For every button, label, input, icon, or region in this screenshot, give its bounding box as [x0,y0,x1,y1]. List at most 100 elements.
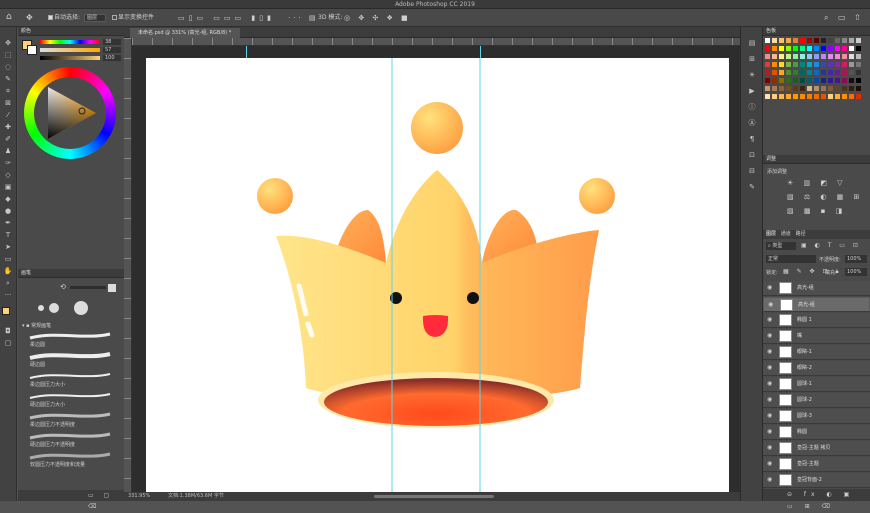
visibility-eye-icon[interactable]: ◉ [767,413,774,419]
swatch[interactable] [814,46,819,51]
auto-select-checkbox[interactable]: 自动选择: [48,13,80,23]
swatch[interactable] [856,54,861,59]
quick-mask-icon[interactable]: ◘ [3,327,13,336]
horizontal-ruler[interactable] [132,38,740,46]
swatch[interactable] [800,94,805,99]
swatches-grid[interactable] [765,38,868,140]
swatch[interactable] [828,54,833,59]
swatch[interactable] [849,54,854,59]
path-select-tool-icon[interactable]: ➤ [3,243,13,252]
swatch[interactable] [821,38,826,43]
swatch[interactable] [814,38,819,43]
workspace-icon[interactable]: ▭ [838,13,846,23]
move-tool-icon[interactable]: ✥ [3,39,13,48]
layer-row[interactable]: ◉ 嘴 [763,329,870,344]
history-brush-icon[interactable]: ✑ [3,159,13,168]
swatch[interactable] [814,78,819,83]
visibility-eye-icon[interactable]: ◉ [767,381,774,387]
tab-layers[interactable]: 图层 [766,231,776,237]
crop-tool-icon[interactable]: ⌗ [3,87,13,96]
layer-row[interactable]: ◉ 圆球-1 [763,377,870,392]
swatch[interactable] [800,70,805,75]
foreground-color-swatch[interactable] [2,307,10,315]
swatch[interactable] [786,54,791,59]
layer-row[interactable]: ◉ 皇冠-主题 拷贝 [763,441,870,456]
swatch[interactable] [807,62,812,67]
swatch[interactable] [821,94,826,99]
layer-row[interactable]: ◉ 皇冠-主题 [763,457,870,472]
swatch[interactable] [786,38,791,43]
swatch[interactable] [807,86,812,91]
3d-tool-icons[interactable]: ◎ ✥ ✣ ❖ ■ [344,13,411,23]
tab-channels[interactable]: 通道 [781,231,791,237]
visibility-eye-icon[interactable]: ◉ [768,302,775,308]
libraries-icon[interactable]: ☀ [747,71,757,80]
brush-panel-footer[interactable]: ▭ ▢ ⌫ [18,490,124,510]
visibility-eye-icon[interactable]: ◉ [767,429,774,435]
swatch[interactable] [793,94,798,99]
swatch[interactable] [807,46,812,51]
swatch[interactable] [793,38,798,43]
swatch[interactable] [821,54,826,59]
brush-item[interactable]: 硬边圆 [26,351,114,368]
visibility-eye-icon[interactable]: ◉ [767,317,774,323]
pen-tool-icon[interactable]: ✒ [3,219,13,228]
swatch[interactable] [765,86,770,91]
shape-tool-icon[interactable]: ▭ [3,255,13,264]
swatch[interactable] [842,54,847,59]
swatch[interactable] [800,62,805,67]
swatch[interactable] [856,38,861,43]
swatch[interactable] [856,62,861,67]
visibility-eye-icon[interactable]: ◉ [767,333,774,339]
swatch[interactable] [786,78,791,83]
layer-row[interactable]: ◉ 眼睛-1 [763,345,870,360]
brush-item[interactable]: 硬边圆压力大小 [26,391,114,408]
swatch[interactable] [779,86,784,91]
hue-slider[interactable] [40,40,100,44]
swatch[interactable] [793,54,798,59]
swatch[interactable] [849,78,854,83]
brush-tool-icon[interactable]: ✐ [3,135,13,144]
paths-icon[interactable]: ✎ [747,183,757,192]
fill-input[interactable]: 100% [845,268,867,276]
swatch[interactable] [800,38,805,43]
actions-icon[interactable]: ▶ [747,87,757,96]
gradient-tool-icon[interactable]: ▣ [3,183,13,192]
brush-size-slider[interactable] [70,286,106,289]
swatch[interactable] [807,54,812,59]
swatch[interactable] [842,46,847,51]
layer-kind-filter[interactable]: ⌕ 类型 [766,242,796,250]
visibility-eye-icon[interactable]: ◉ [767,445,774,451]
swatch[interactable] [765,46,770,51]
swatch[interactable] [835,54,840,59]
swatch[interactable] [807,78,812,83]
brush-item[interactable]: 硬边圆压力不透明度 [26,431,114,448]
auto-select-dropdown[interactable]: 图层 [84,14,106,22]
swatch[interactable] [828,62,833,67]
brush-settings-icon[interactable] [108,284,116,292]
swatch[interactable] [765,70,770,75]
eyedropper-tool-icon[interactable]: ⁄ [3,111,13,120]
swatch[interactable] [800,78,805,83]
swatch[interactable] [849,46,854,51]
swatch[interactable] [856,94,861,99]
horizontal-scrollbar[interactable] [374,495,494,498]
align-buttons[interactable]: ▭▯▭ ▭▭▭ ▮▯▮ [178,13,275,23]
swatch[interactable] [772,54,777,59]
swatch[interactable] [842,78,847,83]
swatch[interactable] [786,70,791,75]
adjustment-icons-row-3[interactable]: ▨ ▩ ▪ ◨ [787,207,846,215]
color-panel-tab[interactable]: 颜色 [18,27,124,36]
swatch[interactable] [786,86,791,91]
hand-tool-icon[interactable]: ✋ [3,267,13,276]
saturation-value[interactable]: 57 [103,47,121,53]
swatch[interactable] [821,70,826,75]
swatch[interactable] [835,62,840,67]
quick-select-tool-icon[interactable]: ✎ [3,75,13,84]
visibility-eye-icon[interactable]: ◉ [767,461,774,467]
swatches-panel-tab[interactable]: 色板 [763,27,870,36]
type-tool-icon[interactable]: T [3,231,13,240]
move-tool-icon[interactable]: ✥ [26,13,33,23]
swatch[interactable] [793,86,798,91]
swatch[interactable] [765,78,770,83]
